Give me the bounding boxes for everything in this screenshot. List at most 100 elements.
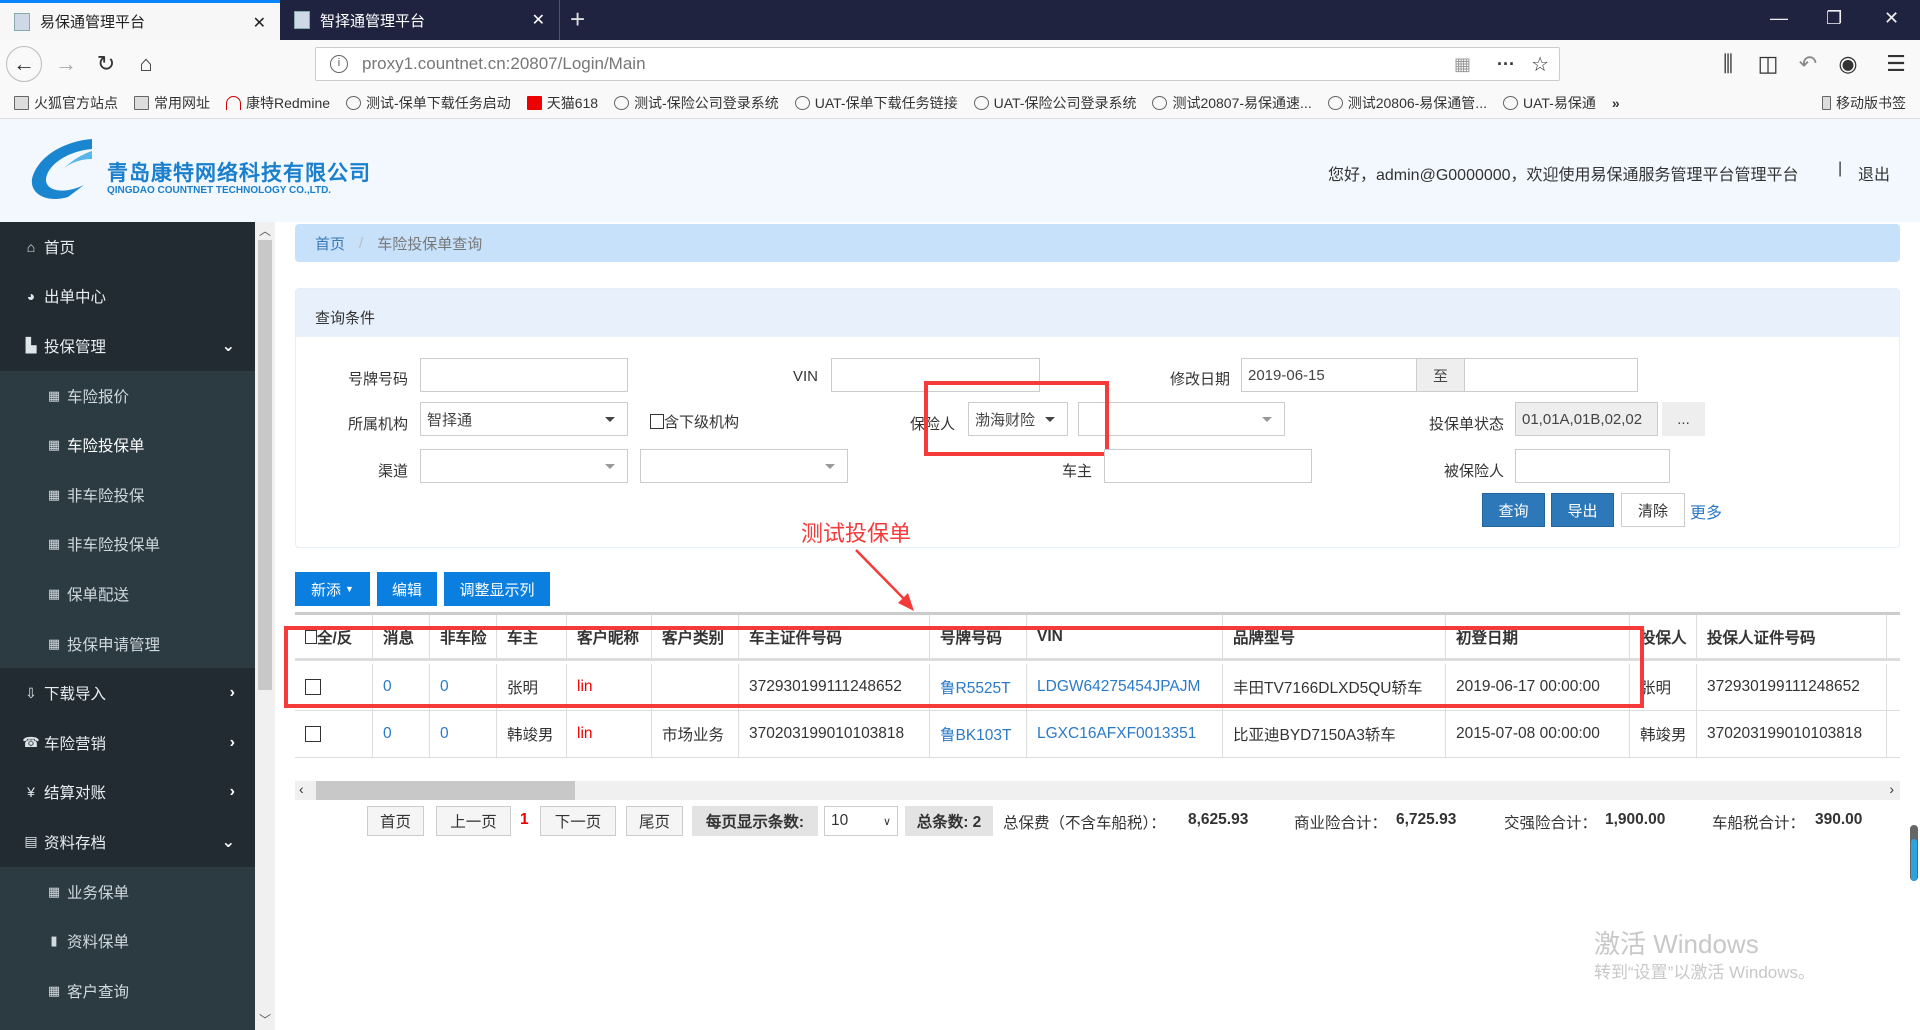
- channel-sub-select[interactable]: [640, 449, 848, 483]
- org-select[interactable]: 智择通: [420, 402, 628, 436]
- bookmark[interactable]: 测试-保险公司登录系统: [614, 93, 779, 113]
- sidebar-item[interactable]: ▦ 车险投保单: [0, 420, 255, 470]
- sidebar-item[interactable]: ▦ 业务保单: [0, 866, 255, 917]
- page-size-select[interactable]: 10 ∨: [824, 806, 898, 836]
- table-cell[interactable]: [295, 711, 372, 757]
- thermometer-widget-icon[interactable]: [1910, 825, 1918, 881]
- sidebar-item[interactable]: ▦ 非车险投保单: [0, 519, 255, 570]
- sidebar-item[interactable]: ▙ 投保管理 ⌄: [0, 321, 255, 371]
- row-checkbox[interactable]: [305, 726, 321, 742]
- undo-icon[interactable]: ↶: [1790, 46, 1826, 82]
- count-link[interactable]: 0: [440, 725, 449, 743]
- folder-icon: [134, 96, 149, 110]
- sidebar-item-label: 投保申请管理: [67, 636, 161, 654]
- reload-icon[interactable]: ↻: [88, 46, 124, 82]
- sidebar-item-label: 保单配送: [67, 586, 130, 604]
- bookmark[interactable]: 测试-保单下载任务启动: [346, 93, 511, 113]
- bookmark[interactable]: 火狐官方站点: [14, 93, 118, 113]
- sidebar-item[interactable]: ▦ 客户查询: [0, 965, 255, 1016]
- count-link[interactable]: 0: [383, 725, 392, 743]
- channel-select[interactable]: [420, 449, 628, 483]
- edit-button[interactable]: 编辑: [377, 572, 437, 606]
- sidebar-item[interactable]: ◕ 出单中心: [0, 272, 255, 322]
- add-dropdown-button[interactable]: 新添 ▼: [295, 572, 370, 606]
- export-button[interactable]: 导出: [1551, 493, 1614, 527]
- home-icon: ⌂: [26, 238, 36, 255]
- minimize-icon[interactable]: —: [1770, 8, 1788, 29]
- home-icon[interactable]: ⌂: [128, 46, 164, 82]
- search-button[interactable]: 查询: [1482, 493, 1545, 527]
- breadcrumb-home[interactable]: 首页: [315, 233, 345, 254]
- sidebar-item[interactable]: ⇩ 下载导入 ›: [0, 668, 255, 718]
- bookmark[interactable]: UAT-易保通: [1502, 93, 1596, 113]
- bookmark[interactable]: 康特Redmine: [226, 93, 330, 113]
- insured-input[interactable]: [1515, 449, 1670, 483]
- qr-code-icon[interactable]: ▦: [1454, 54, 1471, 75]
- bookmark[interactable]: 测试20806-易保通管...: [1327, 93, 1487, 113]
- bookmarks-overflow-icon[interactable]: »: [1612, 95, 1620, 111]
- bookmark-star-icon[interactable]: ☆: [1531, 52, 1549, 77]
- detail-link[interactable]: 鲁BK103T: [940, 723, 1012, 745]
- bookmark[interactable]: 测试20807-易保通速...: [1152, 93, 1312, 113]
- checkbox[interactable]: [650, 414, 664, 429]
- sidebar-item[interactable]: ▤ 资料存档 ⌄: [0, 817, 255, 867]
- sidebar-item[interactable]: ▦ 保单配送: [0, 569, 255, 619]
- forward-icon[interactable]: →: [48, 46, 84, 82]
- close-tab-icon[interactable]: ✕: [532, 10, 545, 30]
- insurer-branch-select[interactable]: [1078, 402, 1285, 436]
- sidebar-item[interactable]: ▮ 资料保单: [0, 916, 255, 966]
- scroll-right-icon[interactable]: ›: [1889, 781, 1894, 797]
- last-page-button[interactable]: 尾页: [626, 806, 683, 836]
- more-link[interactable]: 更多: [1690, 499, 1722, 523]
- sidebar-scroll-thumb[interactable]: [258, 240, 272, 690]
- library-icon[interactable]: ⫼: [1710, 46, 1746, 82]
- date-to-input[interactable]: [1464, 358, 1638, 392]
- owner-input[interactable]: [1104, 449, 1312, 483]
- status-picker-button[interactable]: ...: [1662, 402, 1705, 436]
- detail-link[interactable]: LGXC16AFXF0013351: [1037, 725, 1196, 743]
- status-input[interactable]: 01,01A,01B,02,02: [1515, 402, 1658, 436]
- bookmark[interactable]: 常用网址: [134, 93, 210, 113]
- bookmark[interactable]: 移动版书签: [1822, 93, 1906, 113]
- url-bar[interactable]: i proxy1.countnet.cn:20807/Login/Main ▦ …: [315, 47, 1560, 81]
- first-page-button[interactable]: 首页: [367, 806, 424, 836]
- date-from-input[interactable]: 2019-06-15: [1241, 358, 1417, 392]
- restore-icon[interactable]: ❐: [1826, 8, 1842, 29]
- adjust-columns-button[interactable]: 调整显示列: [444, 572, 550, 606]
- prev-page-button[interactable]: 上一页: [436, 806, 511, 836]
- sidebar-item[interactable]: ▦ 车险报价: [0, 370, 255, 421]
- plate-input[interactable]: [420, 358, 628, 392]
- table-cell: 0: [429, 711, 496, 757]
- bookmark[interactable]: 天猫618: [526, 93, 598, 113]
- bookmark[interactable]: UAT-保单下载任务链接: [794, 93, 958, 113]
- more-icon[interactable]: ···: [1497, 54, 1515, 75]
- sidebar-item[interactable]: ▦ 非车险投保: [0, 469, 255, 520]
- sidebar-item[interactable]: ▦车辆资料库: [0, 1015, 255, 1030]
- sidebar-item[interactable]: ¥ 结算对账 ›: [0, 768, 255, 818]
- account-icon[interactable]: ◉: [1830, 46, 1866, 82]
- next-page-button[interactable]: 下一页: [540, 806, 616, 836]
- close-window-icon[interactable]: ✕: [1884, 8, 1899, 29]
- sidebar-item[interactable]: ▦ 投保申请管理: [0, 618, 255, 669]
- grid-icon: ▦: [47, 536, 61, 552]
- horizontal-scroll-thumb[interactable]: [316, 781, 575, 800]
- sidebar-item[interactable]: ⌂ 首页: [0, 222, 255, 272]
- scroll-left-icon[interactable]: ‹: [299, 781, 304, 797]
- sidebar-icon[interactable]: ◫: [1750, 46, 1786, 82]
- back-icon[interactable]: ←: [6, 46, 42, 82]
- globe-icon: [1152, 96, 1168, 110]
- close-tab-icon[interactable]: ✕: [253, 13, 266, 33]
- info-icon[interactable]: i: [330, 55, 348, 73]
- sub-org-checkbox[interactable]: 含下级机构: [650, 411, 739, 432]
- bookmark[interactable]: UAT-保险公司登录系统: [973, 93, 1136, 113]
- sidebar-item[interactable]: ☎ 车险营销 ›: [0, 718, 255, 768]
- new-tab-icon[interactable]: +: [570, 4, 585, 35]
- org-select-value: 智择通: [427, 411, 473, 429]
- menu-icon[interactable]: ☰: [1878, 46, 1914, 82]
- clear-button[interactable]: 清除: [1621, 493, 1685, 527]
- scroll-down-icon[interactable]: ﹀: [255, 1011, 275, 1028]
- browser-tab-active[interactable]: 易保通管理平台 ✕: [0, 0, 280, 40]
- scroll-up-icon[interactable]: ︿: [255, 222, 275, 239]
- browser-tab[interactable]: 智择通管理平台 ✕: [280, 0, 560, 40]
- logout-link[interactable]: 退出: [1858, 161, 1890, 185]
